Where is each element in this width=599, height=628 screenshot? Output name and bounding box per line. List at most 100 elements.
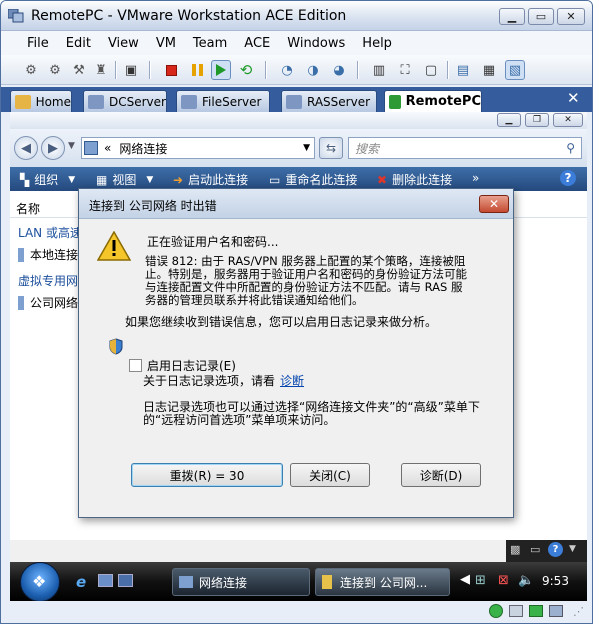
tab-rasserver[interactable]: RASServer xyxy=(281,90,377,112)
list-item[interactable]: 公司网络 xyxy=(18,294,78,311)
dialog-close-button[interactable]: ✕ xyxy=(479,195,509,213)
console-icon[interactable]: ▦ xyxy=(479,60,499,80)
forward-button[interactable]: ▶ xyxy=(41,136,65,160)
address-dropdown-icon[interactable]: ▼ xyxy=(303,143,310,153)
pause-icon[interactable] xyxy=(187,60,207,80)
views-icon: ▦ xyxy=(96,172,108,187)
windows-logo-icon: ❖ xyxy=(32,572,47,591)
tab-dcserver[interactable]: DCServer xyxy=(83,90,167,112)
window-title: RemotePC - VMware Workstation ACE Editio… xyxy=(31,8,347,24)
title-bar[interactable]: RemotePC - VMware Workstation ACE Editio… xyxy=(1,1,592,31)
diagnose-button[interactable]: 诊断(D) xyxy=(401,463,481,487)
take-snapshot-icon[interactable]: ◔ xyxy=(277,60,297,80)
harddisk-icon[interactable] xyxy=(509,605,523,617)
snapshot-manager-icon[interactable]: ◕ xyxy=(329,60,349,80)
close-button[interactable]: ✕ xyxy=(557,8,585,25)
column-name-header[interactable]: 名称 xyxy=(16,200,40,217)
delete-icon: ✖ xyxy=(377,172,388,187)
help-icon[interactable]: ? xyxy=(548,542,563,557)
ace-icon[interactable]: ⚒ xyxy=(69,60,89,80)
taskbar-connecting-dialog[interactable]: 连接到 公司网... xyxy=(315,568,450,596)
chevron-down-icon[interactable]: ▼ xyxy=(569,544,576,554)
tab-fileserver[interactable]: FileServer xyxy=(176,90,270,112)
chevron-left-icon[interactable]: ◀ xyxy=(460,572,470,587)
reset-icon[interactable]: ⟲ xyxy=(236,60,256,80)
diagnose-link[interactable]: 诊断 xyxy=(280,372,304,389)
revert-snapshot-icon[interactable]: ◑ xyxy=(303,60,323,80)
menu-file[interactable]: File xyxy=(27,36,49,51)
snapshot-icon[interactable]: ▣ xyxy=(121,60,141,80)
error-message: 错误 812: 由于 RAS/VPN 服务器上配置的某个策略，连接被阻止。特别是… xyxy=(145,254,467,307)
close-icon: ✕ xyxy=(564,115,572,125)
start-button[interactable]: ❖ xyxy=(20,562,60,601)
play-icon[interactable] xyxy=(211,60,231,80)
more-commands-button[interactable]: » xyxy=(472,171,479,185)
delete-connection-button[interactable]: ✖ 删除此连接 xyxy=(377,171,452,188)
back-button[interactable]: ◀ xyxy=(14,136,38,160)
ie-icon[interactable]: e xyxy=(76,573,86,591)
dialog-close-action-button[interactable]: 关闭(C) xyxy=(290,463,370,487)
dialog-title-bar[interactable]: 连接到 公司网络 时出错 ✕ xyxy=(79,189,513,219)
redial-button[interactable]: 重拨(R) = 30 xyxy=(131,463,283,487)
menu-windows[interactable]: Windows xyxy=(287,36,345,51)
search-icon[interactable]: ⚲ xyxy=(566,141,575,155)
history-dropdown-icon[interactable]: ▼ xyxy=(68,141,75,151)
group-header-lan[interactable]: LAN 或高速 xyxy=(18,224,82,241)
close-tab-icon[interactable]: ✕ xyxy=(567,89,580,107)
summary-icon[interactable]: ▤ xyxy=(453,60,473,80)
menu-help[interactable]: Help xyxy=(362,36,392,51)
sound-device-icon[interactable] xyxy=(549,605,563,617)
address-input[interactable]: « 网络连接 ▼ xyxy=(81,137,315,159)
views-button[interactable]: ▦ 视图 ▼ xyxy=(96,171,153,188)
menu-view[interactable]: View xyxy=(108,36,139,51)
close-icon: ✕ xyxy=(566,10,576,23)
menu-vm[interactable]: VM xyxy=(156,36,176,51)
nic-icon[interactable] xyxy=(529,605,543,617)
menu-edit[interactable]: Edit xyxy=(66,36,91,51)
tab-home[interactable]: Home xyxy=(10,90,72,112)
quick-switch-icon[interactable]: ▢ xyxy=(421,60,441,80)
arrow-right-icon: ➜ xyxy=(173,172,184,187)
network-error-tray-icon[interactable]: ⊠ xyxy=(498,573,509,588)
maximize-button[interactable]: ▭ xyxy=(528,8,554,25)
search-input[interactable]: 搜索 ⚲ xyxy=(348,137,582,159)
package-icon[interactable]: ♜ xyxy=(91,60,111,80)
minimize-button[interactable]: ▁ xyxy=(499,8,525,25)
organize-button[interactable]: ▚ 组织 ▼ xyxy=(20,171,75,188)
vmware-app-icon xyxy=(8,9,24,23)
explorer-close-button[interactable]: ✕ xyxy=(553,113,583,127)
vm-icon xyxy=(181,94,197,109)
switch-windows-icon[interactable] xyxy=(118,574,133,587)
team-icon[interactable]: ⚙ xyxy=(21,60,41,80)
refresh-button[interactable]: ⇆ xyxy=(319,137,343,159)
unity-icon[interactable]: ▧ xyxy=(505,60,525,80)
help-icon[interactable]: ? xyxy=(560,170,576,186)
sidebar-icon[interactable]: ▥ xyxy=(369,60,389,80)
network-tray-icon[interactable]: ⊞ xyxy=(475,573,486,588)
fullscreen-icon[interactable]: ⛶ xyxy=(395,60,415,80)
menu-ace[interactable]: ACE xyxy=(244,36,270,51)
volume-icon[interactable]: 🔈 xyxy=(518,573,534,588)
guest-status-bar: ▩ ▭ ? ▼ xyxy=(10,540,587,562)
explorer-restore-button[interactable]: ❐ xyxy=(525,113,549,127)
checkbox-box[interactable] xyxy=(129,359,142,372)
network-status-icon[interactable] xyxy=(489,604,503,618)
explorer-minimize-button[interactable]: ▁ xyxy=(497,113,521,127)
start-connection-button[interactable]: ➜ 启动此连接 xyxy=(173,171,248,188)
group-header-vpn[interactable]: 虚拟专用网 xyxy=(18,272,78,289)
stop-icon[interactable] xyxy=(161,60,181,80)
show-desktop-icon[interactable] xyxy=(98,574,113,587)
vm-toolbar: ⚙ ⚙ ⚒ ♜ ▣ ⟲ ◔ ◑ ◕ ▥ ⛶ ▢ ▤ ▦ ▧ xyxy=(1,55,592,85)
resize-grip-icon[interactable]: ⋰ xyxy=(573,605,584,618)
minimize-icon: ▁ xyxy=(507,10,517,23)
gadget-icon[interactable]: ▩ xyxy=(510,543,520,556)
gadget-icon[interactable]: ▭ xyxy=(530,543,540,556)
rename-connection-button[interactable]: ▭ 重命名此连接 xyxy=(269,171,357,188)
chevron-down-icon: ▼ xyxy=(146,174,154,185)
clock[interactable]: 9:53 xyxy=(542,574,569,588)
menu-team[interactable]: Team xyxy=(193,36,227,51)
taskbar-network-connections[interactable]: 网络连接 xyxy=(172,568,310,596)
list-item[interactable]: 本地连接 xyxy=(18,246,78,263)
team-settings-icon[interactable]: ⚙ xyxy=(45,60,65,80)
tab-remotepc[interactable]: RemotePC xyxy=(384,90,482,112)
